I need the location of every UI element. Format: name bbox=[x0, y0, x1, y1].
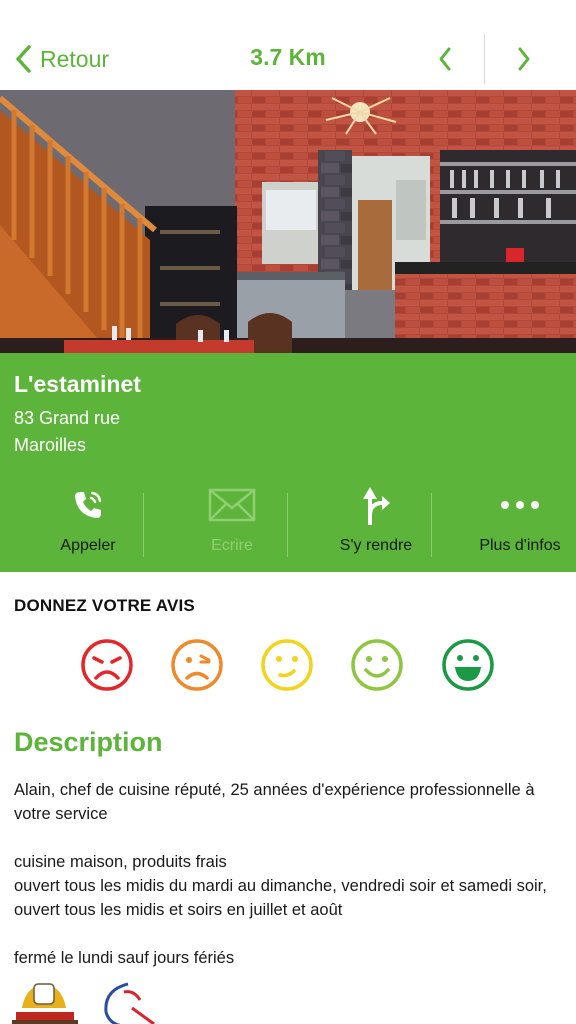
description-paragraph: cuisine maison, produits frais bbox=[14, 853, 227, 871]
unhappy-face-icon bbox=[171, 639, 223, 691]
directions-icon bbox=[363, 487, 390, 525]
qualite-tourisme-logo bbox=[98, 978, 162, 1024]
address-city: Maroilles bbox=[14, 435, 87, 455]
happy-face-icon bbox=[351, 639, 403, 691]
back-label: Retour bbox=[40, 45, 110, 72]
directions-label: S'y rendre bbox=[339, 537, 413, 554]
nav-divider bbox=[484, 34, 485, 84]
directions-button[interactable]: S'y rendre bbox=[304, 479, 448, 565]
restaurant-photo bbox=[0, 90, 576, 353]
phone-icon bbox=[75, 491, 102, 518]
previous-restaurant-button[interactable] bbox=[428, 44, 462, 74]
write-button: Ecrire bbox=[160, 479, 304, 565]
envelope-icon bbox=[208, 488, 256, 522]
chevron-left-icon bbox=[16, 45, 31, 73]
more-info-button[interactable]: Plus d'infos bbox=[448, 479, 576, 565]
next-restaurant-button[interactable] bbox=[507, 44, 541, 74]
rating-very-unhappy[interactable] bbox=[80, 638, 134, 692]
description-paragraph: ouvert tous les midis du mardi au dimanc… bbox=[14, 877, 547, 919]
description-title: Description bbox=[14, 727, 163, 757]
rating-neutral[interactable] bbox=[260, 638, 314, 692]
rating-unhappy[interactable] bbox=[170, 638, 224, 692]
rating-very-happy[interactable] bbox=[441, 638, 495, 692]
chevron-left-icon bbox=[439, 47, 451, 71]
more-dots-icon bbox=[501, 501, 539, 509]
call-label: Appeler bbox=[60, 537, 116, 554]
rating-happy[interactable] bbox=[350, 638, 404, 692]
back-button[interactable]: Retour bbox=[14, 40, 109, 78]
action-bar: Appeler Ecrire S'y rendre Plus d'infos bbox=[0, 479, 576, 565]
address-street: 83 Grand rue bbox=[14, 408, 121, 428]
restaurateurs-logo bbox=[12, 978, 78, 1024]
top-bar: Retour 3.7 Km bbox=[0, 0, 576, 90]
chevron-right-icon bbox=[518, 47, 530, 71]
description-paragraph: fermé le lundi sauf jours fériés bbox=[14, 949, 235, 967]
very-happy-face-icon bbox=[442, 639, 494, 691]
more-info-label: Plus d'infos bbox=[479, 537, 561, 554]
review-title: DONNEZ VOTRE AVIS bbox=[14, 596, 195, 615]
description-paragraph: Alain, chef de cuisine réputé, 25 années… bbox=[14, 781, 535, 823]
neutral-face-icon bbox=[261, 639, 313, 691]
call-button[interactable]: Appeler bbox=[16, 479, 160, 565]
write-label: Ecrire bbox=[211, 537, 253, 554]
very-unhappy-face-icon bbox=[81, 639, 133, 691]
description-body: Alain, chef de cuisine réputé, 25 années… bbox=[14, 778, 566, 970]
restaurant-name: L'estaminet bbox=[14, 371, 141, 397]
